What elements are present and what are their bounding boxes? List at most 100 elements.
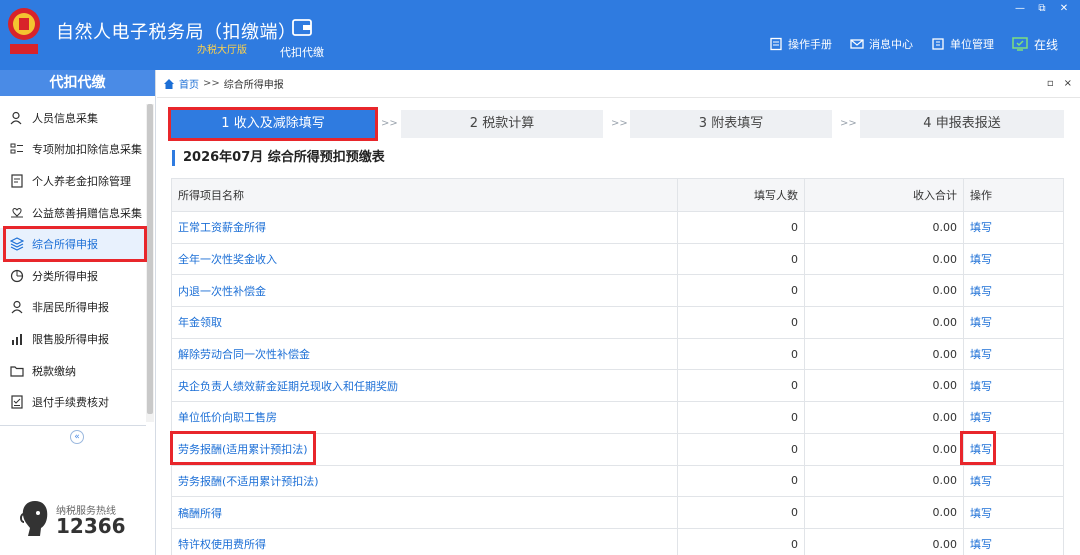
sidebar-item-nonresident[interactable]: 非居民所得申报: [0, 292, 146, 324]
fill-button[interactable]: 填写: [970, 316, 992, 329]
table-row: 解除劳动合同一次性补偿金 0 0.00 填写: [171, 337, 1064, 371]
sidebar-menu: 人员信息采集 专项附加扣除信息采集 个人养老金扣除管理 公益慈善捐赠信息采集 综…: [0, 102, 146, 418]
service-hotline: 纳税服务热线 12366: [18, 498, 148, 542]
sidebar-item-label: 分类所得申报: [32, 269, 98, 283]
income-total: 0.00: [804, 369, 964, 403]
income-item-link[interactable]: 特许权使用费所得: [178, 538, 266, 551]
wallet-icon: [292, 19, 312, 36]
fill-count: 0: [677, 464, 805, 498]
sidebar-item-donation[interactable]: 公益慈善捐赠信息采集: [0, 197, 146, 229]
sidebar-item-personnel[interactable]: 人员信息采集: [0, 102, 146, 134]
income-item-link[interactable]: 内退一次性补偿金: [178, 285, 266, 298]
sidebar-collapse-button[interactable]: «: [70, 430, 84, 444]
fill-button[interactable]: 填写: [970, 411, 992, 424]
fill-button[interactable]: 填写: [970, 507, 992, 520]
sidebar-item-pension[interactable]: 个人养老金扣除管理: [0, 165, 146, 197]
breadcrumb-separator: >>: [203, 78, 220, 89]
sidebar-title: 代扣代缴: [0, 70, 155, 96]
close-button[interactable]: ✕: [1056, 2, 1072, 14]
manual-link[interactable]: 操作手册: [769, 36, 832, 52]
table-row: 内退一次性补偿金 0 0.00 填写: [171, 274, 1064, 308]
fill-button[interactable]: 填写: [970, 348, 992, 361]
sidebar-scrollbar[interactable]: [146, 104, 154, 422]
table-row: 单位低价向职工售房 0 0.00 填写: [171, 401, 1064, 434]
sidebar-divider: [0, 425, 146, 426]
step-attachment[interactable]: 3 附表填写: [630, 110, 832, 138]
fill-button[interactable]: 填写: [970, 475, 992, 488]
mail-icon: [850, 39, 864, 49]
module-label: 代扣代缴: [280, 46, 324, 59]
fill-button[interactable]: 填写: [970, 221, 992, 234]
folder-icon: [10, 365, 24, 377]
sidebar-item-fee-refund[interactable]: 退付手续费核对: [0, 386, 146, 418]
message-link[interactable]: 消息中心: [850, 36, 913, 52]
table-row: 年金领取 0 0.00 填写: [171, 306, 1064, 339]
panel-close-button[interactable]: ×: [1064, 78, 1072, 89]
step-arrow: >>: [611, 118, 628, 129]
fill-button[interactable]: 填写: [970, 285, 992, 298]
sidebar: 代扣代缴 人员信息采集 专项附加扣除信息采集 个人养老金扣除管理 公益慈善捐赠信…: [0, 70, 156, 555]
fill-count: 0: [677, 496, 805, 529]
income-item-link[interactable]: 单位低价向职工售房: [178, 411, 277, 424]
module-withholding[interactable]: 代扣代缴: [278, 16, 326, 60]
income-item-link[interactable]: 解除劳动合同一次性补偿金: [178, 348, 310, 361]
income-total: 0.00: [804, 464, 964, 498]
book-icon: [770, 37, 782, 51]
unit-label: 单位管理: [949, 38, 994, 51]
fill-count: 0: [677, 337, 805, 371]
income-item-link[interactable]: 劳务报酬(适用累计预扣法): [178, 443, 308, 456]
pie-icon: [10, 269, 24, 282]
breadcrumb-home-label: 首页: [179, 80, 199, 91]
fill-count: 0: [677, 527, 805, 555]
minimize-button[interactable]: —: [1012, 2, 1028, 14]
fill-button[interactable]: 填写: [970, 443, 992, 456]
layers-icon: [10, 237, 24, 251]
home-icon: [164, 78, 174, 89]
sidebar-item-special-deduction[interactable]: 专项附加扣除信息采集: [0, 134, 146, 166]
step-arrow: >>: [840, 118, 857, 129]
unit-link[interactable]: 单位管理: [931, 36, 994, 52]
sidebar-item-restricted-stock[interactable]: 限售股所得申报: [0, 323, 146, 355]
fill-count: 0: [677, 274, 805, 308]
income-total: 0.00: [804, 432, 964, 466]
sidebar-item-label: 人员信息采集: [32, 111, 98, 125]
step-wizard: 1 收入及减除填写 >> 2 税款计算 >> 3 附表填写 >> 4 申报表报送: [170, 110, 1064, 138]
document-icon: [11, 174, 23, 188]
table-row: 央企负责人绩效薪金延期兑现收入和任期奖励 0 0.00 填写: [171, 369, 1064, 403]
step-tax-calculation[interactable]: 2 税款计算: [401, 110, 603, 138]
breadcrumb-home[interactable]: 首页: [163, 76, 199, 91]
online-label: 在线: [1033, 37, 1058, 52]
fill-button[interactable]: 填写: [970, 380, 992, 393]
income-total: 0.00: [804, 306, 964, 339]
table-row: 全年一次性奖金收入 0 0.00 填写: [171, 242, 1064, 276]
page-title: 2026年07月 综合所得预扣预缴表: [172, 150, 385, 166]
income-item-link[interactable]: 稿酬所得: [178, 507, 222, 520]
income-item-link[interactable]: 年金领取: [178, 316, 222, 329]
income-item-link[interactable]: 正常工资薪金所得: [178, 221, 266, 234]
income-total: 0.00: [804, 242, 964, 276]
table-row: 特许权使用费所得 0 0.00 填写: [171, 527, 1064, 555]
step-submit[interactable]: 4 申报表报送: [860, 110, 1064, 138]
sidebar-item-comprehensive-income[interactable]: 综合所得申报: [0, 228, 146, 260]
col-header-income: 收入合计: [804, 178, 964, 212]
step-income-deduction[interactable]: 1 收入及减除填写: [170, 110, 376, 138]
sidebar-scroll-thumb[interactable]: [147, 104, 153, 414]
income-item-link[interactable]: 央企负责人绩效薪金延期兑现收入和任期奖励: [178, 380, 398, 393]
online-status: 在线: [1012, 36, 1058, 53]
maximize-button[interactable]: ⧉: [1034, 2, 1050, 14]
income-item-link[interactable]: 全年一次性奖金收入: [178, 253, 277, 266]
fill-button[interactable]: 填写: [970, 253, 992, 266]
panel-restore-button[interactable]: ▫: [1047, 78, 1054, 89]
sidebar-item-classified-income[interactable]: 分类所得申报: [0, 260, 146, 292]
income-total: 0.00: [804, 401, 964, 434]
sidebar-item-label: 税款缴纳: [32, 364, 76, 378]
fill-button[interactable]: 填写: [970, 538, 992, 551]
fill-count: 0: [677, 369, 805, 403]
col-header-item-name: 所得项目名称: [171, 178, 678, 212]
sidebar-item-label: 非居民所得申报: [32, 301, 109, 315]
building-icon: [932, 38, 944, 50]
breadcrumb: 首页 >> 综合所得申报 ▫ ×: [157, 70, 1080, 98]
income-item-link[interactable]: 劳务报酬(不适用累计预扣法): [178, 475, 319, 488]
fill-count: 0: [677, 401, 805, 434]
sidebar-item-tax-payment[interactable]: 税款缴纳: [0, 355, 146, 387]
